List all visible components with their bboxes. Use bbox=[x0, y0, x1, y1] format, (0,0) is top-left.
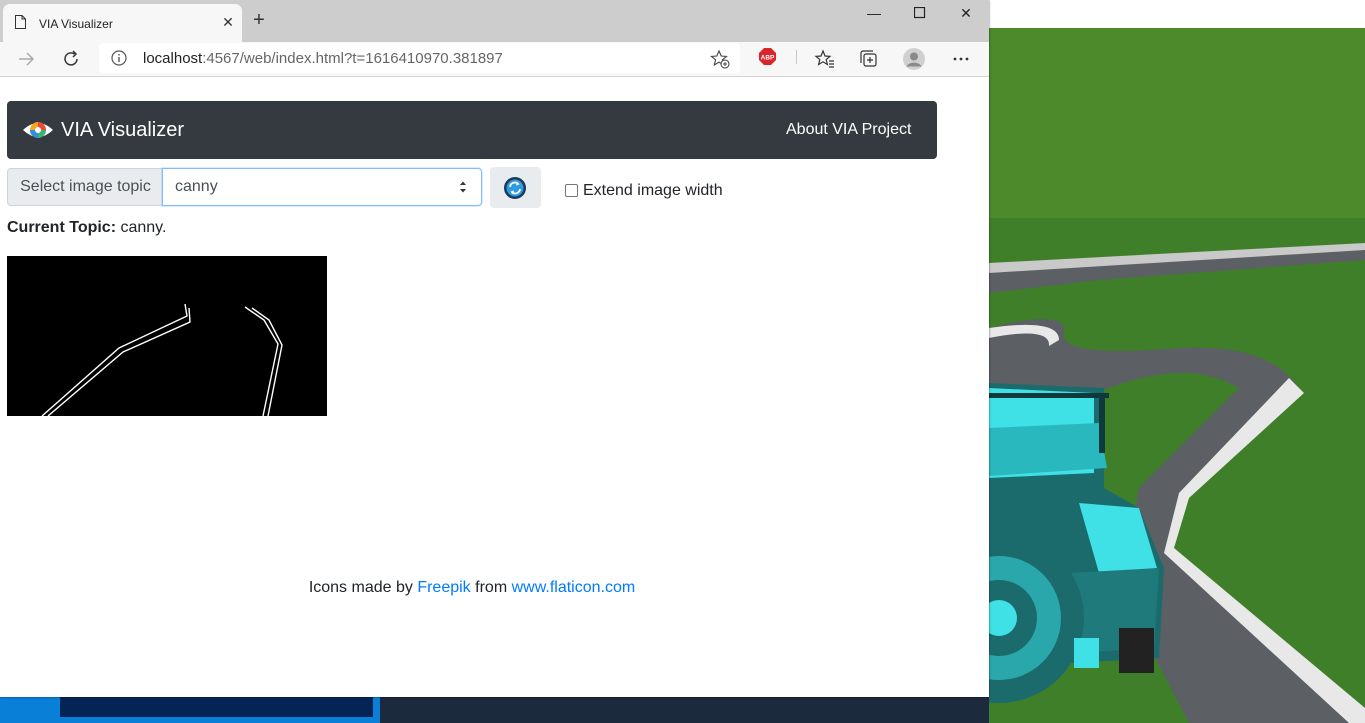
tab-title: VIA Visualizer bbox=[39, 17, 113, 31]
refresh-icon bbox=[504, 177, 526, 199]
url-host: localhost bbox=[143, 50, 203, 67]
new-tab-icon[interactable]: + bbox=[249, 10, 269, 31]
sim-sky bbox=[989, 0, 1365, 30]
simulation-view bbox=[989, 28, 1365, 723]
brand-title[interactable]: VIA Visualizer bbox=[61, 119, 184, 142]
topic-select-label: Select image topic bbox=[7, 168, 164, 206]
address-bar[interactable]: localhost:4567/web/index.html?t=16164109… bbox=[99, 43, 740, 73]
eye-logo-icon bbox=[23, 122, 53, 138]
info-icon[interactable] bbox=[111, 50, 127, 66]
topic-select-group: Select image topic canny bbox=[7, 168, 482, 206]
current-topic-text: Current Topic: canny. bbox=[7, 219, 166, 237]
toolbar-divider bbox=[796, 50, 797, 64]
browser-window: VIA Visualizer ✕ + — ✕ localhost:4567/we… bbox=[0, 0, 989, 697]
current-topic-value: canny. bbox=[120, 219, 167, 236]
extend-width-label[interactable]: Extend image width bbox=[583, 182, 723, 200]
footer-credits: Icons made by Freepik from www.flaticon.… bbox=[0, 579, 944, 597]
favorites-icon[interactable] bbox=[814, 48, 836, 70]
profile-avatar-icon[interactable] bbox=[903, 48, 925, 70]
about-link[interactable]: About VIA Project bbox=[786, 121, 911, 139]
more-menu-icon[interactable] bbox=[950, 48, 972, 70]
collections-icon[interactable] bbox=[858, 48, 880, 70]
topic-select-value: canny bbox=[175, 178, 218, 195]
add-favorite-icon[interactable] bbox=[710, 49, 730, 69]
browser-toolbar: localhost:4567/web/index.html?t=16164109… bbox=[0, 42, 989, 77]
flaticon-link[interactable]: www.flaticon.com bbox=[512, 579, 636, 596]
select-caret-icon bbox=[460, 181, 466, 193]
footer-middle: from bbox=[475, 579, 508, 596]
reload-icon[interactable] bbox=[60, 48, 82, 70]
close-window-icon[interactable]: ✕ bbox=[943, 0, 989, 30]
url-text: localhost:4567/web/index.html?t=16164109… bbox=[143, 50, 503, 67]
current-topic-label: Current Topic: bbox=[7, 219, 117, 236]
taskbar-item[interactable] bbox=[60, 697, 373, 717]
freepik-link[interactable]: Freepik bbox=[417, 579, 470, 596]
page-icon bbox=[15, 15, 26, 29]
back-arrow-icon[interactable] bbox=[15, 48, 37, 70]
topic-image bbox=[7, 256, 327, 416]
url-path: :4567/web/index.html?t=1616410970.381897 bbox=[202, 50, 503, 67]
adblock-icon[interactable]: ABP bbox=[759, 48, 776, 65]
refresh-topics-button[interactable] bbox=[490, 167, 541, 208]
topic-select[interactable]: canny bbox=[162, 168, 482, 206]
navbar: VIA Visualizer About VIA Project bbox=[7, 101, 937, 159]
extend-width-checkbox[interactable] bbox=[565, 184, 578, 197]
browser-tab[interactable]: VIA Visualizer ✕ bbox=[3, 4, 242, 42]
close-tab-icon[interactable]: ✕ bbox=[219, 13, 237, 31]
maximize-icon[interactable] bbox=[897, 0, 943, 30]
page-content: VIA Visualizer About VIA Project Select … bbox=[0, 77, 989, 697]
title-bar: VIA Visualizer ✕ + — ✕ bbox=[0, 0, 989, 42]
adblock-label: ABP bbox=[761, 55, 775, 62]
footer-prefix: Icons made by bbox=[308, 579, 413, 596]
minimize-icon[interactable]: — bbox=[851, 0, 897, 30]
